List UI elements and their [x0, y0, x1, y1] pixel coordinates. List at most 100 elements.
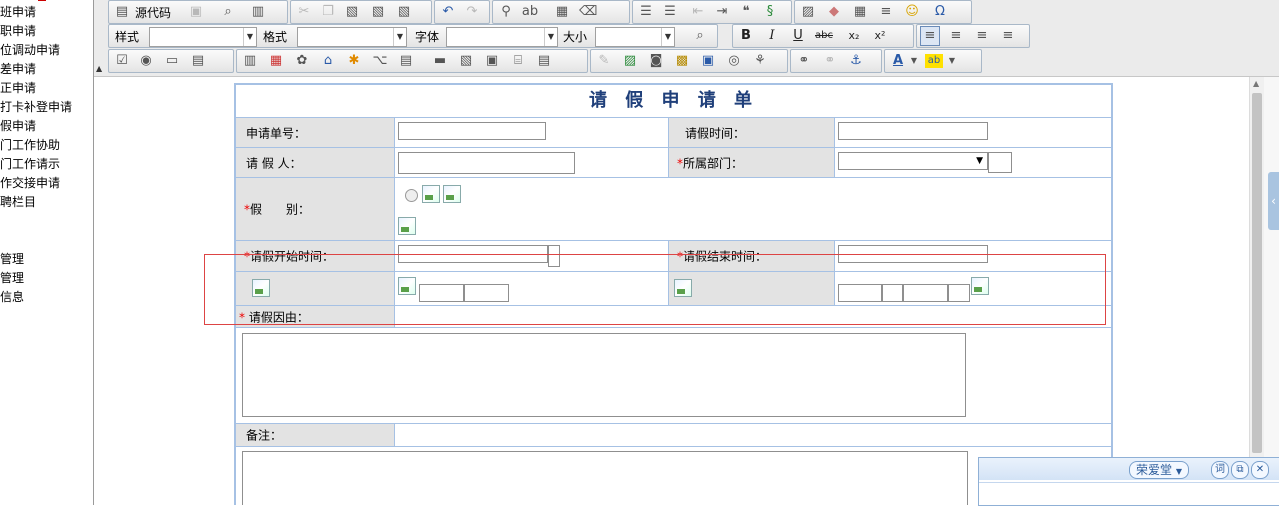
chevron-down-icon[interactable]: ▼ [905, 52, 923, 70]
indent-icon[interactable]: ⇥ [713, 3, 731, 21]
paste-icon[interactable]: ▧ [343, 3, 361, 21]
remove-format-icon[interactable]: ⌫ [579, 3, 597, 21]
org-icon[interactable]: ✿ [293, 52, 311, 70]
media-icon[interactable]: ▩ [673, 52, 691, 70]
code-field-icon[interactable]: ⌸ [509, 52, 527, 70]
camera-icon[interactable]: ◙ [647, 52, 665, 70]
tree-icon[interactable]: ⌥ [371, 52, 389, 70]
paste-text-icon[interactable]: ▧ [369, 3, 387, 21]
toolbar-collapse-icon[interactable]: ▲ [96, 64, 102, 73]
vertical-scrollbar[interactable]: ▲ [1249, 77, 1264, 505]
horizontal-line-icon[interactable]: ≡ [877, 3, 895, 21]
nav-item[interactable]: 差申请 [0, 60, 36, 79]
nav-item[interactable]: 假申请 [0, 117, 36, 136]
applicant-input[interactable] [398, 152, 575, 174]
table-icon[interactable]: ▦ [851, 3, 869, 21]
remark-textarea[interactable] [242, 451, 968, 505]
smiley-icon[interactable]: ☺ [903, 3, 921, 21]
pencil-icon[interactable]: ✎ [595, 52, 613, 70]
image-icon[interactable]: ▨ [799, 3, 817, 21]
italic-button[interactable]: I [763, 27, 781, 45]
nav-item[interactable]: 正申请 [0, 79, 36, 98]
picture-icon[interactable]: ▨ [621, 52, 639, 70]
users-icon[interactable]: ✱ [345, 52, 363, 70]
nav-item[interactable]: 门工作请示 [0, 155, 60, 174]
nav-item[interactable]: 聘栏目 [0, 193, 36, 212]
bold-button[interactable]: B [737, 27, 755, 45]
hr-field-icon[interactable]: ▬ [431, 52, 449, 70]
nav-item[interactable]: 信息 [0, 288, 24, 307]
leave-type-radio[interactable] [405, 189, 418, 202]
source-icon[interactable]: ▤ [113, 3, 131, 21]
style-combo[interactable]: ▼ [149, 27, 257, 47]
list-select-icon[interactable]: ▤ [397, 52, 415, 70]
numbered-list-icon[interactable]: ☰ [637, 3, 655, 21]
checkbox-icon[interactable]: ☑ [113, 52, 131, 70]
unlink-icon[interactable]: ⚭ [821, 52, 839, 70]
scrollbar-thumb[interactable] [1252, 93, 1262, 453]
table-grid-icon[interactable]: ▥ [241, 52, 259, 70]
subscript-button[interactable]: x₂ [845, 27, 863, 45]
ime-name-button[interactable]: 荣爱堂 ▼ [1129, 461, 1189, 479]
format-combo[interactable]: ▼ [297, 27, 407, 47]
blockquote-icon[interactable]: ❝ [737, 3, 755, 21]
replace-icon[interactable]: ab [521, 3, 539, 21]
copy-icon[interactable]: ❐ [319, 3, 337, 21]
scroll-up-icon[interactable]: ▲ [1253, 79, 1259, 88]
side-collapse-tab[interactable]: ‹ [1268, 172, 1279, 230]
calendar-icon[interactable]: ▦ [267, 52, 285, 70]
special-char-icon[interactable]: Ω [931, 3, 949, 21]
ime-ci-button[interactable]: 词 [1211, 461, 1229, 479]
anchor-icon[interactable]: ⚓ [847, 52, 865, 70]
maximize-icon[interactable]: ⌕ [691, 27, 709, 45]
nav-item[interactable]: 管理 [0, 250, 24, 269]
radio-icon[interactable]: ◉ [137, 52, 155, 70]
align-left-icon[interactable]: ≡ [920, 26, 940, 46]
nav-item[interactable]: 班申请 [0, 3, 36, 22]
formula-icon[interactable]: ▤ [535, 52, 553, 70]
source-label[interactable]: 源代码 [135, 4, 171, 21]
save-icon[interactable]: ▣ [187, 3, 205, 21]
strike-button[interactable]: abc [815, 27, 833, 45]
underline-button[interactable]: U [789, 27, 807, 45]
document-area[interactable]: 请 假 申 请 单 申请单号： 请假时间： 请 假 人： *所属部门： ▼ *假… [94, 77, 1249, 505]
nav-item[interactable]: 职申请 [0, 22, 36, 41]
link-icon[interactable]: ⚭ [795, 52, 813, 70]
nav-item[interactable]: 位调动申请 [0, 41, 60, 60]
align-right-icon[interactable]: ≡ [973, 27, 991, 45]
copy-icon[interactable]: ⧉ [1231, 461, 1249, 479]
paste-word-icon[interactable]: ▧ [395, 3, 413, 21]
leave-time-input[interactable] [838, 122, 988, 140]
cut-icon[interactable]: ✂ [295, 3, 313, 21]
chevron-down-icon[interactable]: ▼ [943, 52, 961, 70]
template-icon[interactable]: ▥ [249, 3, 267, 21]
field2-icon[interactable]: ▣ [483, 52, 501, 70]
find-icon[interactable]: ⚲ [497, 3, 515, 21]
nav-item[interactable]: 管理 [0, 269, 24, 288]
photo-icon[interactable]: ▣ [699, 52, 717, 70]
superscript-button[interactable]: x² [871, 27, 889, 45]
align-center-icon[interactable]: ≡ [947, 27, 965, 45]
nav-item[interactable]: 作交接申请 [0, 174, 60, 193]
flash-icon[interactable]: ◆ [825, 3, 843, 21]
div-container-icon[interactable]: § [761, 3, 779, 21]
globe-icon[interactable]: ◎ [725, 52, 743, 70]
preview-icon[interactable]: ⌕ [219, 3, 237, 21]
reason-textarea[interactable] [242, 333, 966, 417]
font-combo[interactable]: ▼ [446, 27, 558, 47]
attachment-icon[interactable]: ⚘ [751, 52, 769, 70]
app-no-input[interactable] [398, 122, 546, 140]
select-all-icon[interactable]: ▦ [553, 3, 571, 21]
textarea-icon[interactable]: ▤ [189, 52, 207, 70]
size-combo[interactable]: ▼ [595, 27, 675, 47]
close-icon[interactable]: ✕ [1251, 461, 1269, 479]
building-icon[interactable]: ⌂ [319, 52, 337, 70]
undo-icon[interactable]: ↶ [439, 3, 457, 21]
outdent-icon[interactable]: ⇤ [689, 3, 707, 21]
dept-select[interactable]: ▼ [838, 152, 988, 170]
nav-item[interactable]: 打卡补登申请 [0, 98, 72, 117]
redo-icon[interactable]: ↷ [463, 3, 481, 21]
bulleted-list-icon[interactable]: ☰ [661, 3, 679, 21]
align-justify-icon[interactable]: ≡ [999, 27, 1017, 45]
dept-extra-input[interactable] [988, 152, 1012, 173]
